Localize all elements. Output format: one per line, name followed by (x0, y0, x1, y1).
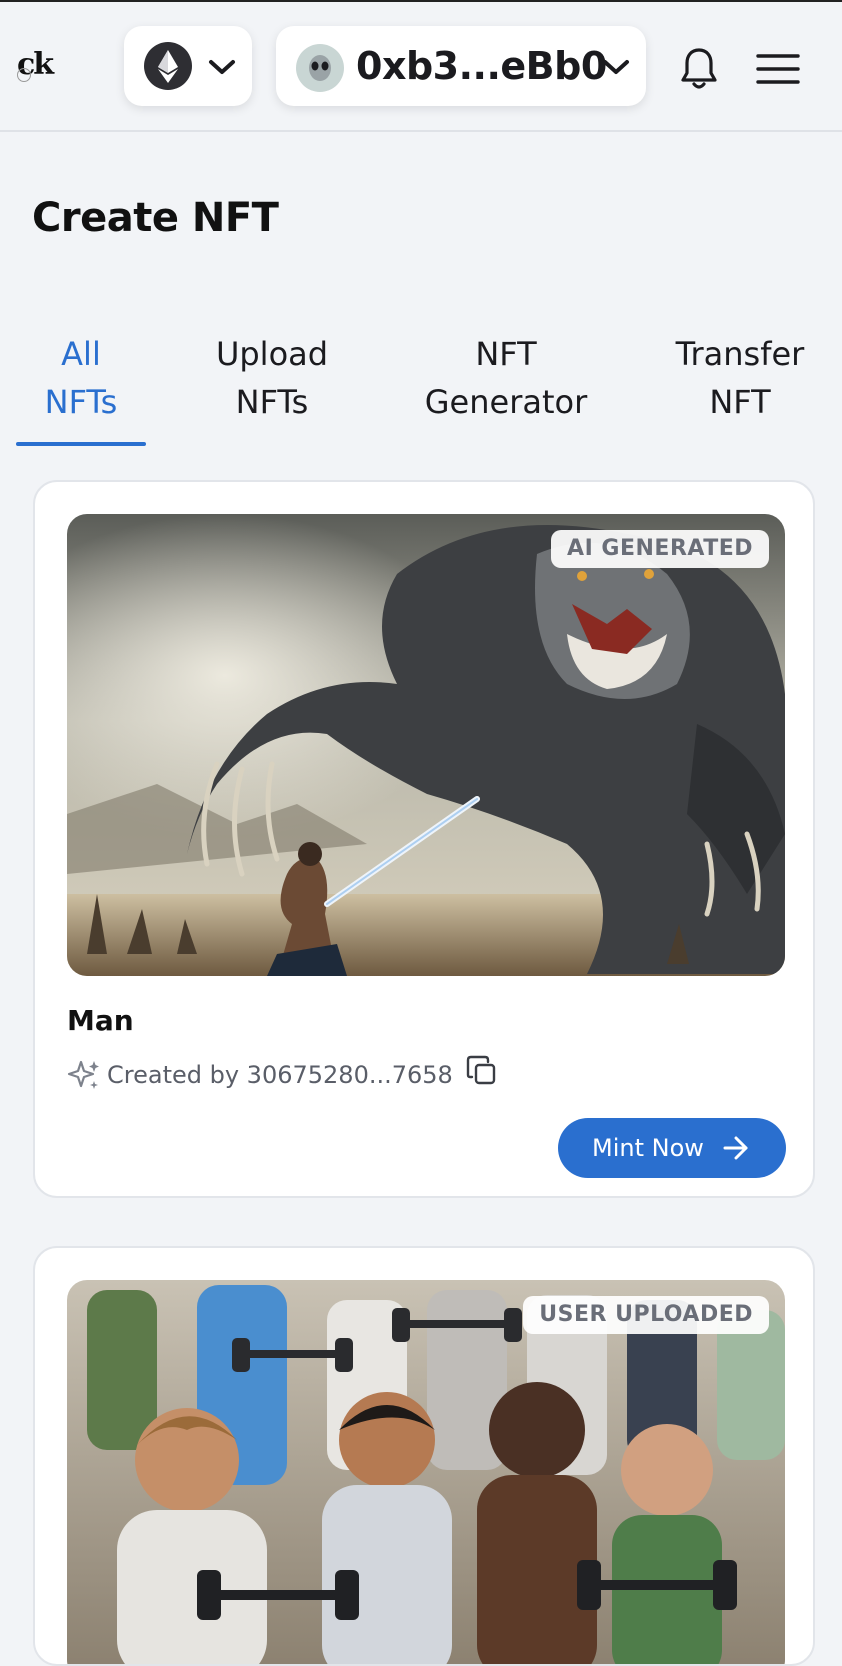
nft-name: Man (67, 1004, 134, 1037)
nft-source-badge: AI GENERATED (551, 530, 769, 568)
nft-tabs: All NFTs Upload NFTs NFT Generator Transfer… (0, 330, 842, 450)
copy-icon[interactable] (465, 1054, 499, 1088)
nft-image[interactable]: AI GENERATED (67, 514, 785, 976)
app-header: ck 0xb3...eBb0 (0, 2, 842, 132)
tab-nft-generator[interactable]: NFT Generator (410, 330, 602, 426)
nft-creator-text: Created by 30675280...7658 (107, 1061, 453, 1089)
account-selector[interactable]: 0xb3...eBb0 (276, 26, 646, 106)
ethereum-icon (144, 42, 192, 90)
active-tab-indicator (16, 442, 146, 446)
page-title: Create NFT (32, 195, 279, 241)
account-address: 0xb3...eBb0 (356, 44, 607, 88)
nft-card[interactable]: AI GENERATED Man Created by 30675280...7… (33, 480, 815, 1198)
notification-bell-icon[interactable] (678, 46, 720, 92)
app-logo[interactable]: ck (17, 46, 61, 84)
tab-all-nfts[interactable]: All NFTs (16, 330, 146, 426)
chevron-down-icon (209, 60, 235, 74)
hamburger-menu-icon[interactable] (756, 52, 800, 86)
tab-transfer-nft[interactable]: Transfer NFT (664, 330, 816, 426)
sparkles-icon (67, 1060, 99, 1089)
nft-source-badge: USER UPLOADED (523, 1296, 769, 1334)
arrow-right-icon (723, 1136, 748, 1160)
account-avatar-icon (296, 44, 344, 92)
chevron-down-icon (603, 60, 629, 74)
nft-card[interactable]: USER UPLOADED (33, 1246, 815, 1666)
nft-image[interactable]: USER UPLOADED (67, 1280, 785, 1664)
network-selector[interactable] (124, 26, 252, 106)
tab-upload-nfts[interactable]: Upload NFTs (190, 330, 354, 426)
mint-now-button[interactable]: Mint Now (558, 1118, 786, 1178)
creator-row: Created by 30675280...7658 (67, 1054, 496, 1094)
